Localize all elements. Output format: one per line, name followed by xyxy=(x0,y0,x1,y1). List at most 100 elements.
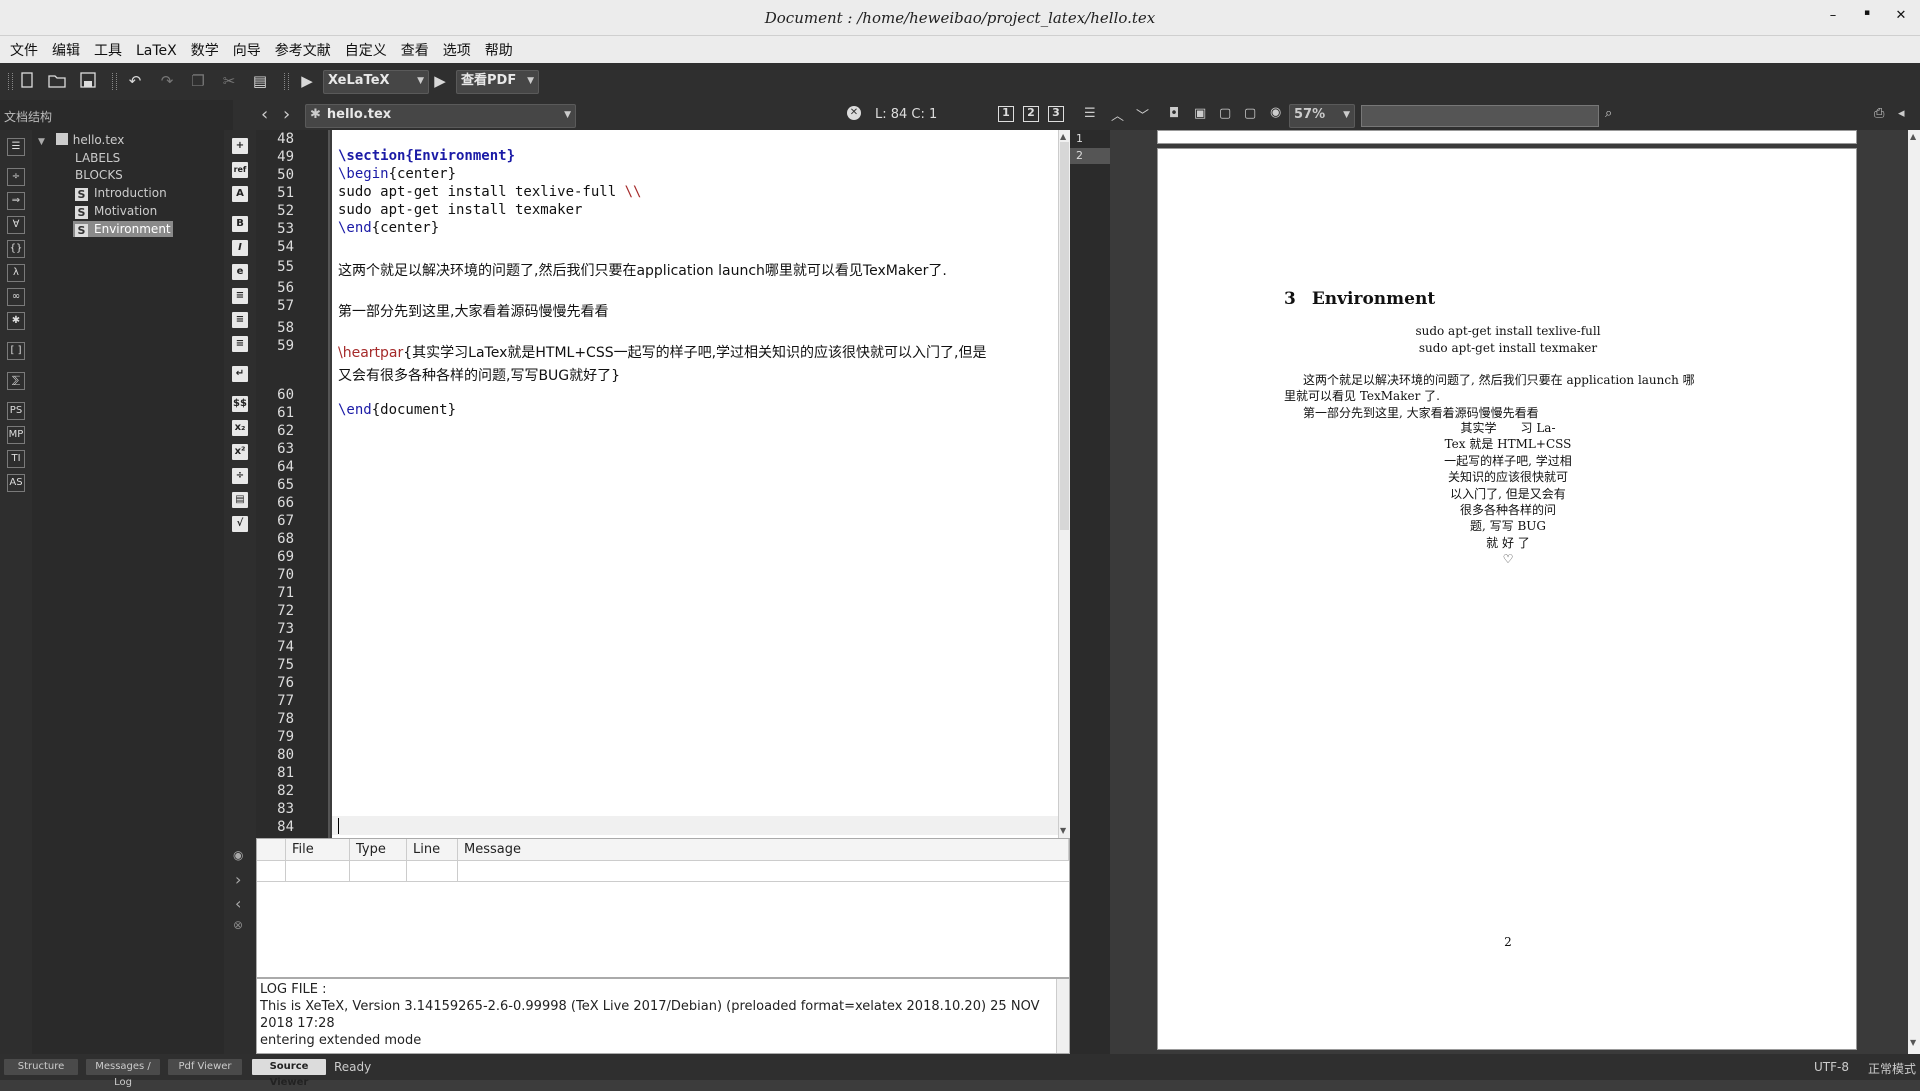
bold-icon[interactable]: B xyxy=(232,216,248,232)
misc-math-icon[interactable]: ∀ xyxy=(7,216,25,234)
pdf-page[interactable]: 3 Environment sudo apt-get install texliv… xyxy=(1157,148,1857,1050)
fit-icon[interactable]: ◘ xyxy=(1169,106,1179,121)
menu-file[interactable]: 文件 xyxy=(3,36,45,59)
page-up-icon[interactable]: ︿ xyxy=(1111,105,1124,124)
pstricks-icon[interactable]: PS xyxy=(7,402,25,420)
menu-options[interactable]: 选项 xyxy=(436,36,478,59)
relation-icon[interactable]: ÷ xyxy=(7,168,25,186)
copy-icon[interactable]: ❐ xyxy=(189,72,207,90)
page-down-icon[interactable]: ﹀ xyxy=(1136,105,1149,124)
fraction-icon[interactable]: ÷ xyxy=(232,468,248,484)
greek-icon[interactable]: λ xyxy=(7,264,25,282)
ref-icon[interactable]: ref xyxy=(232,162,248,178)
scroll-up-icon[interactable]: ▲ xyxy=(1060,132,1066,141)
viewer-select[interactable]: 查看PDF ▼ xyxy=(456,70,539,94)
superscript-icon[interactable]: x² xyxy=(232,444,248,460)
table-row[interactable] xyxy=(257,861,1069,882)
menu-user[interactable]: 自定义 xyxy=(338,36,394,59)
collapse-arrow-icon[interactable]: ▼ xyxy=(38,137,45,147)
math-mode-icon[interactable]: $$ xyxy=(232,396,248,412)
close-document-icon[interactable]: ✕ xyxy=(847,106,861,120)
clear-icon[interactable]: ⊗ xyxy=(233,918,243,932)
editor-scrollbar[interactable]: ▲ ▼ xyxy=(1058,130,1070,838)
menu-wizard[interactable]: 向导 xyxy=(226,36,268,59)
menu-view[interactable]: 查看 xyxy=(394,36,436,59)
zoom-out-icon[interactable]: ▢ xyxy=(1219,106,1231,121)
menu-help[interactable]: 帮助 xyxy=(478,36,520,59)
redo-icon[interactable]: ↷ xyxy=(158,72,176,90)
eye-icon[interactable]: ◉ xyxy=(1270,105,1281,120)
log-scrollbar[interactable] xyxy=(1056,979,1069,1053)
tikz-icon[interactable]: TI xyxy=(7,450,25,468)
pdf-search-input[interactable] xyxy=(1361,105,1599,127)
back-icon[interactable]: ‹ xyxy=(261,104,268,125)
menu-math[interactable]: 数学 xyxy=(184,36,226,59)
save-icon[interactable] xyxy=(79,72,97,90)
scroll-down-icon[interactable]: ▼ xyxy=(1910,1038,1916,1047)
infinity-icon[interactable]: ∞ xyxy=(7,288,25,306)
new-file-icon[interactable] xyxy=(18,72,36,90)
align-right-icon[interactable]: ≡ xyxy=(232,336,248,352)
run-compile-icon[interactable]: ▶ xyxy=(298,72,316,90)
column-message[interactable]: Message xyxy=(458,839,1069,861)
cut-icon[interactable]: ✂ xyxy=(220,72,238,90)
eye-icon[interactable]: ◉ xyxy=(233,848,243,862)
menu-bibliography[interactable]: 参考文献 xyxy=(268,36,338,59)
column-type[interactable]: Type xyxy=(350,839,407,861)
undo-icon[interactable]: ↶ xyxy=(126,72,144,90)
menu-edit[interactable]: 编辑 xyxy=(45,36,87,59)
newline-icon[interactable]: ↵ xyxy=(232,366,248,382)
source-viewer-toggle-button[interactable]: Source Viewer xyxy=(252,1059,326,1088)
bookmark-1-icon[interactable]: 1 xyxy=(998,106,1014,122)
page-1-label[interactable]: 1 xyxy=(1076,132,1083,145)
next-error-icon[interactable]: › xyxy=(235,870,241,889)
tree-root-hello[interactable]: ▼ hello.tex xyxy=(38,132,124,148)
font-icon[interactable]: A xyxy=(232,186,248,202)
align-center-icon[interactable]: ≡ xyxy=(232,312,248,328)
forward-icon[interactable]: › xyxy=(283,104,290,125)
list-icon[interactable]: ☰ xyxy=(1084,106,1096,121)
source-editor[interactable]: \section{Environment} \begin{center} sud… xyxy=(332,130,1058,838)
close-button[interactable]: ✕ xyxy=(1891,8,1911,28)
bookmark-3-icon[interactable]: 3 xyxy=(1048,106,1064,122)
tree-section-motivation[interactable]: S Motivation xyxy=(75,203,157,219)
minimize-button[interactable]: – xyxy=(1823,8,1843,28)
scroll-down-icon[interactable]: ▼ xyxy=(1060,826,1066,835)
log-pane[interactable]: LOG FILE : This is XeTeX, Version 3.1415… xyxy=(256,978,1070,1054)
dfrac-icon[interactable]: ▤ xyxy=(232,492,248,508)
structure-icon[interactable]: ☰ xyxy=(7,138,25,156)
align-left-icon[interactable]: ≡ xyxy=(232,288,248,304)
metapost-icon[interactable]: MP xyxy=(7,426,25,444)
bookmark-2-icon[interactable]: 2 xyxy=(1023,106,1039,122)
document-tab-select[interactable]: ✱ hello.tex ▼ xyxy=(305,104,576,128)
column-file[interactable]: File xyxy=(286,839,350,861)
open-folder-icon[interactable] xyxy=(48,72,66,90)
search-icon[interactable]: ⌕ xyxy=(1605,106,1612,121)
tree-blocks[interactable]: BLOCKS xyxy=(75,167,123,183)
pdf-viewer-toggle-button[interactable]: Pdf Viewer xyxy=(168,1059,242,1075)
arrow-icon[interactable]: ⇒ xyxy=(7,192,25,210)
asterisk-icon[interactable]: ✱ xyxy=(7,312,25,330)
maximize-button[interactable]: ▪ xyxy=(1857,8,1877,28)
special-icon[interactable]: ⅀ xyxy=(7,372,25,390)
delimiter-icon[interactable]: {} xyxy=(7,240,25,258)
messages-toggle-button[interactable]: Messages / Log xyxy=(86,1059,160,1088)
run-view-icon[interactable]: ▶ xyxy=(431,72,449,90)
previous-error-icon[interactable]: ‹ xyxy=(235,894,241,913)
collapse-icon[interactable]: ◂ xyxy=(1898,106,1905,121)
scroll-up-icon[interactable]: ▲ xyxy=(1910,132,1916,141)
tree-section-environment[interactable]: S Environment xyxy=(73,221,173,237)
subscript-icon[interactable]: x₂ xyxy=(232,420,248,436)
sqrt-icon[interactable]: √ xyxy=(232,516,248,532)
asymptote-icon[interactable]: AS xyxy=(7,474,25,492)
structure-toggle-button[interactable]: Structure xyxy=(4,1059,78,1075)
menu-latex[interactable]: LaTeX xyxy=(129,39,184,62)
brackets-icon[interactable]: [ ] xyxy=(7,342,25,360)
compiler-select[interactable]: XeLaTeX ▼ xyxy=(323,70,429,94)
menu-tools[interactable]: 工具 xyxy=(87,36,129,59)
scrollbar-thumb[interactable] xyxy=(1060,142,1069,530)
fit-width-icon[interactable]: ▣ xyxy=(1194,106,1206,121)
print-icon[interactable]: ⎙ xyxy=(1874,106,1884,121)
zoom-select[interactable]: 57% ▼ xyxy=(1289,104,1355,128)
emph-icon[interactable]: e xyxy=(232,264,248,280)
